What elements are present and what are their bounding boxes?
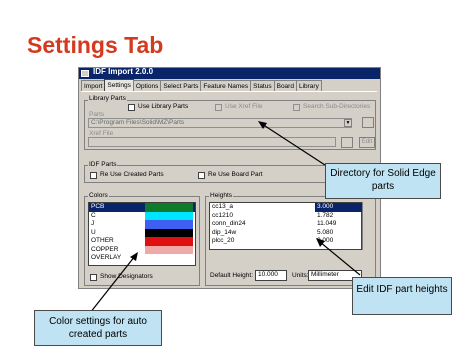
heights-arrow [319, 241, 361, 276]
directory-arrowhead [258, 121, 267, 129]
colors-arrowhead [130, 252, 138, 261]
callout-directory: Directory for Solid Edge parts [325, 163, 441, 199]
callout-heights: Edit IDF part heights [352, 277, 452, 315]
callout-colors: Color settings for auto created parts [34, 310, 162, 346]
directory-arrow [261, 123, 326, 166]
colors-arrow [89, 255, 136, 314]
